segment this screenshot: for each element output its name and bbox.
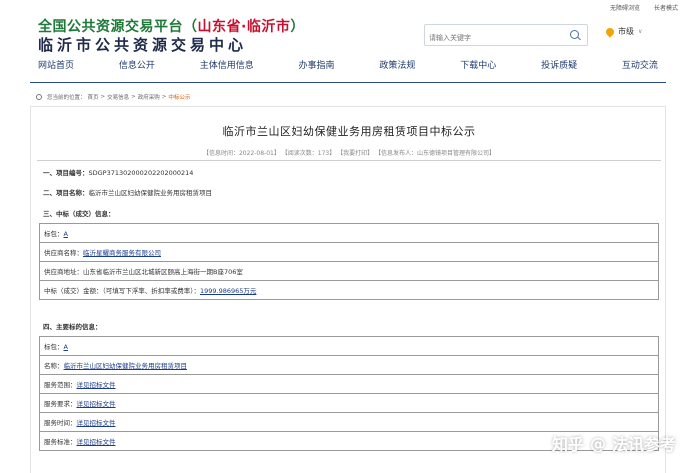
winner-lot-link[interactable]: A (64, 230, 68, 238)
winner-table: 标包：A 供应商名称：临沂星耀商务服务有限公司 供应商地址：山东省临沂市兰山区北… (39, 223, 659, 300)
nav-item-interaction[interactable]: 互动交流 (622, 58, 658, 74)
table-row: 供应商地址：山东省临沂市兰山区北城新区颐高上海街一期B座706室 (39, 261, 659, 281)
article-meta: 【信息时间：2022-08-01】 【阅读次数：173】 【我要打印】 【信息发… (202, 150, 496, 157)
table-row: 服务要求：详见招标文件 (39, 393, 659, 413)
top-links: 无障碍浏览 长者模式 (610, 3, 678, 12)
watermark-site: 知乎 (551, 435, 584, 454)
subject-heading: 四、主要标的信息： (43, 323, 102, 331)
watermark: 知乎 @ 法讯参考 (552, 431, 676, 455)
center-name: 临沂市公共资源交易中心 (38, 36, 248, 54)
nav-item-home[interactable]: 网站首页 (38, 58, 74, 74)
watermark-author: 法讯参考 (611, 435, 676, 454)
nav-item-download[interactable]: 下载中心 (460, 58, 496, 74)
service-scope-link[interactable]: 详见招标文件 (77, 381, 116, 389)
site-header: 全国公共资源交易平台（山东省·临沂市） 临沂市公共资源交易中心 市级 ∨ (0, 14, 692, 58)
meta-divider (37, 160, 661, 161)
search-icon[interactable] (570, 30, 579, 39)
breadcrumb-trade-info[interactable]: 交易信息 (107, 93, 129, 101)
breadcrumb-current: 中标公示 (168, 95, 191, 101)
watermark-separator: @ (589, 433, 606, 453)
project-name: 临沂市兰山区妇幼保健院业务用房租赁项目 (88, 189, 213, 197)
elder-mode-link[interactable]: 长者模式 (654, 3, 678, 12)
article-title: 临沂市兰山区妇幼保健业务用房租赁项目中标公示 (222, 125, 476, 138)
winning-amount[interactable]: 1999.986965万元 (200, 287, 256, 295)
article-panel: 临沂市兰山区妇幼保健业务用房租赁项目中标公示 【信息时间：2022-08-01】… (30, 106, 666, 473)
breadcrumb-gov-procurement[interactable]: 政府采购 (138, 93, 160, 101)
top-bar: 无障碍浏览 长者模式 (0, 0, 692, 14)
table-row: 中标（成交）金额：（可填写下浮率、折扣率或费率）：1999.986965万元 (39, 280, 659, 300)
project-number-line: 一、项目编号：SDGP371302000202202000214 (43, 169, 194, 177)
service-requirement-link[interactable]: 详见招标文件 (77, 400, 116, 408)
table-row: 标包：A (39, 336, 659, 356)
subject-name-link[interactable]: 临沂市兰山区妇幼保健院业务用房租赁项目 (64, 362, 188, 370)
breadcrumb-home[interactable]: 首页 (88, 93, 99, 101)
search-input[interactable] (429, 28, 565, 48)
nav-item-credit[interactable]: 主体信用信息 (200, 58, 254, 74)
subject-lot-link[interactable]: A (64, 343, 68, 351)
project-number: SDGP371302000202202000214 (88, 169, 194, 177)
table-row: 供应商名称：临沂星耀商务服务有限公司 (39, 242, 659, 262)
search-box (424, 24, 588, 48)
chevron-down-icon: ∨ (638, 28, 643, 35)
winner-heading: 三、中标（成交）信息： (43, 210, 115, 218)
accessibility-link[interactable]: 无障碍浏览 (610, 3, 640, 12)
location-pin-icon (604, 25, 616, 38)
project-name-line: 二、项目名称：临沂市兰山区妇幼保健院业务用房租赁项目 (43, 189, 213, 197)
city-label: 市级 (618, 27, 634, 36)
supplier-name-link[interactable]: 临沂星耀商务服务有限公司 (83, 249, 161, 257)
platform-logo-text[interactable]: 全国公共资源交易平台（山东省·临沂市） (38, 16, 305, 36)
table-row: 标包：A (39, 223, 659, 243)
nav-item-info[interactable]: 信息公开 (119, 58, 155, 74)
location-icon (36, 94, 42, 100)
service-standard-link[interactable]: 详见招标文件 (77, 438, 116, 446)
table-row: 服务时间：详见招标文件 (39, 412, 659, 432)
nav-item-complaint[interactable]: 投诉质疑 (541, 58, 577, 74)
breadcrumb: 您当前的位置： 首页 > 交易信息 > 政府采购 > 中标公示 (36, 93, 190, 101)
service-time-link[interactable]: 详见招标文件 (77, 419, 116, 427)
city-select[interactable]: 市级 ∨ (604, 25, 643, 38)
table-row: 名称：临沂市兰山区妇幼保健院业务用房租赁项目 (39, 355, 659, 375)
supplier-address: 山东省临沂市兰山区北城新区颐高上海街一期B座706室 (83, 268, 243, 276)
nav-divider (30, 82, 666, 83)
nav-item-policy[interactable]: 政策法规 (379, 58, 415, 74)
nav-item-guide[interactable]: 办事指南 (299, 58, 335, 74)
main-nav: 网站首页 信息公开 主体信用信息 办事指南 政策法规 下载中心 投诉质疑 互动交… (38, 58, 658, 74)
table-row: 服务范围：详见招标文件 (39, 374, 659, 394)
